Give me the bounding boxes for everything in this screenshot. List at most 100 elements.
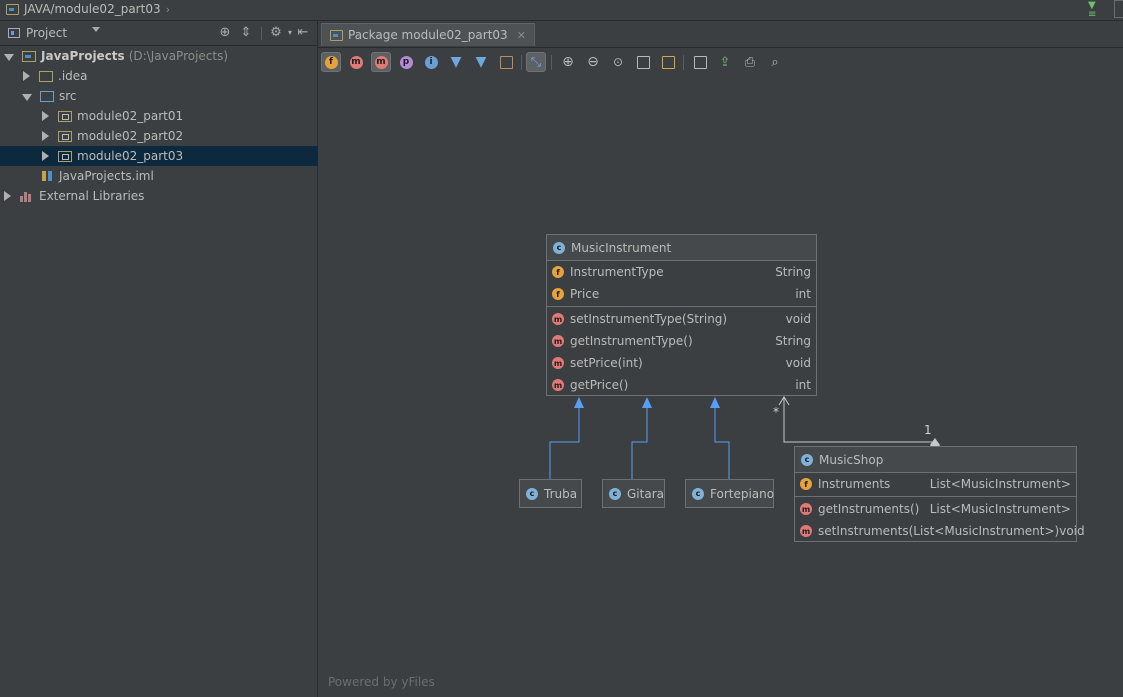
- tree-item-module02-part01[interactable]: module02_part01: [0, 106, 359, 126]
- method-row[interactable]: m getPrice() int: [547, 374, 816, 396]
- close-icon[interactable]: ✕: [517, 29, 526, 42]
- tree-item-label: src: [59, 89, 77, 103]
- field-icon: f: [552, 288, 564, 300]
- tree-item-iml-file[interactable]: JavaProjects.iml: [0, 166, 359, 186]
- tree-item-label: module02_part01: [77, 109, 184, 123]
- multiplicity-one: 1: [924, 423, 932, 437]
- gear-icon[interactable]: ⚙: [269, 26, 283, 40]
- chevron-right-icon[interactable]: [23, 71, 30, 81]
- show-constructors-button[interactable]: m: [346, 52, 366, 72]
- class-node-fortepiano[interactable]: c Fortepiano: [685, 479, 774, 508]
- editor-tab-bar: Package module02_part03 ✕: [318, 21, 1123, 48]
- tab-label: Package module02_part03: [348, 28, 508, 42]
- print-button[interactable]: ⎙: [740, 52, 760, 72]
- method-row[interactable]: m getInstrumentType() String: [547, 330, 816, 352]
- actual-size-button[interactable]: ⊙: [608, 52, 628, 72]
- class-name: MusicShop: [819, 452, 884, 467]
- fit-content-button[interactable]: [633, 52, 653, 72]
- method-name: setInstrumentType(String): [570, 312, 728, 326]
- filter-scope-button[interactable]: ▼: [471, 52, 491, 72]
- tree-item-javaprojects[interactable]: JavaProjects (D:\JavaProjects): [0, 46, 321, 66]
- tree-item-module02-part02[interactable]: module02_part02: [0, 126, 359, 146]
- package-icon: [58, 130, 72, 142]
- zoom-out-button[interactable]: ⊖: [583, 52, 603, 72]
- property-icon: p: [399, 55, 413, 69]
- class-node-gitara[interactable]: c Gitara: [602, 479, 665, 508]
- export-button[interactable]: ⇪: [715, 52, 735, 72]
- filter-icon: ▼: [450, 54, 462, 70]
- field-row[interactable]: f InstrumentType String: [547, 261, 816, 283]
- project-view-selector[interactable]: Project: [8, 26, 67, 40]
- field-row[interactable]: f Price int: [547, 283, 816, 305]
- class-node-truba[interactable]: c Truba: [519, 479, 582, 508]
- tree-item-src[interactable]: src: [0, 86, 339, 106]
- apply-layout-button[interactable]: [658, 52, 678, 72]
- tree-item-external-libraries[interactable]: External Libraries: [0, 186, 321, 206]
- inheritance-arrowhead: [642, 397, 652, 408]
- dropdown-edge[interactable]: [1114, 0, 1123, 18]
- show-properties-button[interactable]: p: [396, 52, 416, 72]
- show-fields-button[interactable]: f: [321, 52, 341, 72]
- save-diagram-button[interactable]: [690, 52, 710, 72]
- method-type: void: [785, 356, 811, 370]
- class-icon: c: [553, 241, 565, 254]
- info-icon: i: [424, 55, 438, 69]
- collapse-all-icon[interactable]: ⇕: [239, 26, 253, 40]
- tree-item-idea[interactable]: .idea: [0, 66, 340, 86]
- project-panel-title[interactable]: Project: [26, 26, 67, 40]
- field-row[interactable]: f Instruments List<MusicInstrument>: [795, 473, 1076, 495]
- method-type: List<MusicInstrument>: [929, 502, 1071, 516]
- chevron-down-icon[interactable]: [4, 53, 14, 61]
- chevron-right-icon[interactable]: [4, 191, 11, 201]
- toolbar-divider: [521, 55, 522, 70]
- show-inner-classes-button[interactable]: i: [421, 52, 441, 72]
- show-methods-button[interactable]: m: [371, 52, 391, 72]
- print-preview-button[interactable]: ⌕: [765, 52, 785, 72]
- method-row[interactable]: m getInstruments() List<MusicInstrument>: [795, 498, 1076, 520]
- diagram-editor: Package module02_part03 ✕ f m m p i ▼ ▼ …: [318, 21, 1123, 697]
- chevron-right-icon[interactable]: [42, 111, 49, 121]
- class-name: MusicInstrument: [571, 240, 672, 255]
- print-preview-icon: ⌕: [771, 54, 779, 70]
- sort-icon[interactable]: ▼ ≡: [1088, 1, 1096, 20]
- toolbar-divider: [261, 27, 262, 40]
- actual-size-icon: ⊙: [612, 55, 624, 69]
- method-name: setInstruments(List<MusicInstrument>): [818, 524, 1060, 538]
- method-row[interactable]: m setInstruments(List<MusicInstrument>) …: [795, 520, 1085, 542]
- module-folder-icon: [6, 3, 19, 15]
- method-type: void: [785, 312, 811, 326]
- tree-item-label: module02_part02: [77, 129, 184, 143]
- field-name: Price: [570, 287, 600, 301]
- method-icon: m: [800, 525, 812, 537]
- hide-panel-icon[interactable]: ⇤: [296, 26, 310, 40]
- tab-package-diagram[interactable]: Package module02_part03 ✕: [321, 23, 535, 46]
- chevron-right-icon[interactable]: [42, 131, 49, 141]
- show-dependencies-button[interactable]: [496, 52, 516, 72]
- class-node-music-instrument[interactable]: c MusicInstrument f InstrumentType Strin…: [546, 234, 817, 396]
- layout-icon: [661, 55, 675, 69]
- tree-item-path: (D:\JavaProjects): [128, 49, 229, 63]
- chevron-down-icon[interactable]: ▾: [283, 26, 297, 40]
- method-icon: m: [800, 503, 812, 515]
- breadcrumb-path[interactable]: JAVA/module02_part03: [24, 2, 161, 16]
- edge-mode-button[interactable]: ⤡: [526, 52, 546, 72]
- chevron-down-icon[interactable]: [92, 27, 100, 32]
- tree-item-module02-part03[interactable]: module02_part03: [0, 146, 359, 166]
- chevron-right-icon[interactable]: [42, 151, 49, 161]
- chevron-down-icon[interactable]: [22, 93, 32, 101]
- tree-item-label: JavaProjects.iml: [59, 169, 154, 183]
- class-node-music-shop[interactable]: c MusicShop f Instruments List<MusicInst…: [794, 446, 1085, 542]
- filter-visibility-button[interactable]: ▼: [446, 52, 466, 72]
- export-icon: ⇪: [719, 54, 731, 70]
- method-row[interactable]: m setInstrumentType(String) void: [547, 308, 816, 330]
- zoom-in-icon: ⊕: [562, 54, 574, 70]
- diagram-canvas[interactable]: * 1 c MusicInstrument f InstrumentType S…: [318, 77, 1123, 697]
- method-row[interactable]: m setPrice(int) void: [547, 352, 816, 374]
- field-icon: f: [800, 478, 812, 490]
- breadcrumb[interactable]: JAVA/module02_part03 ›: [6, 2, 170, 16]
- tree-item-label: module02_part03: [77, 149, 184, 163]
- zoom-in-button[interactable]: ⊕: [558, 52, 578, 72]
- scroll-from-source-icon[interactable]: ⊕: [218, 26, 232, 40]
- method-type: String: [775, 334, 811, 348]
- member-divider: [795, 496, 1076, 497]
